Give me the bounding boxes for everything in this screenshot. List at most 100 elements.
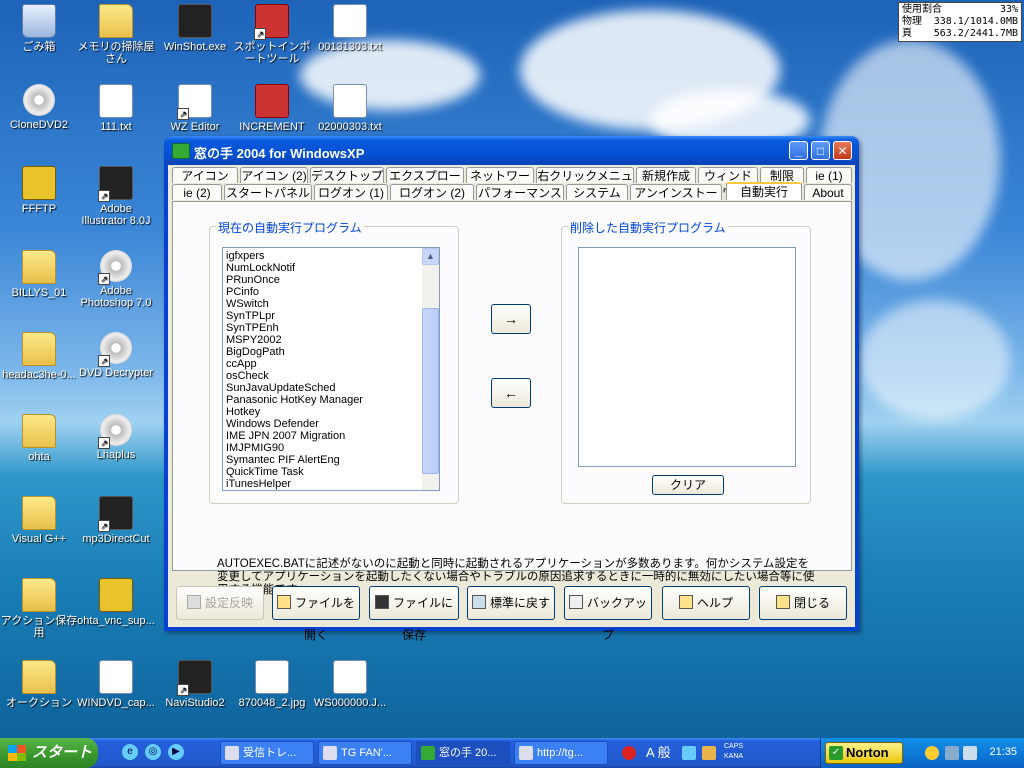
apply-settings-button[interactable]: 設定反映 xyxy=(176,586,264,620)
tab-logon-2[interactable]: ログオン (2) xyxy=(390,184,474,200)
desktop-icon-spot-import[interactable]: スポットインポートツール xyxy=(233,4,311,65)
list-item[interactable]: iTunesHelper xyxy=(223,478,439,490)
open-file-button[interactable]: ファイルを開く xyxy=(272,586,360,642)
list-item[interactable]: BigDogPath xyxy=(223,346,439,358)
list-item[interactable]: IMJPMIG90 xyxy=(223,442,439,454)
ime-indicator[interactable]: A 般 xyxy=(646,742,671,764)
list-item[interactable]: NumLockNotif xyxy=(223,262,439,274)
desktop-icon-ohta[interactable]: ohta xyxy=(0,414,78,463)
tab-icon-1[interactable]: アイコン (1) xyxy=(172,167,238,199)
desktop-icon-photoshop[interactable]: Adobe Photoshop 7.0 xyxy=(77,250,155,309)
task-madonote[interactable]: 窓の手 20... xyxy=(416,741,510,765)
tab-ie-1[interactable]: ie (1) xyxy=(806,167,852,183)
scroll-thumb[interactable] xyxy=(422,308,439,474)
tab-desktop[interactable]: デスクトップ xyxy=(310,167,384,183)
desktop-icon-headache[interactable]: headac3he-0... xyxy=(0,332,78,381)
tab-context-menu[interactable]: 右クリックメニュー xyxy=(536,167,634,199)
close-window-button[interactable]: ✕ xyxy=(833,141,852,160)
current-programs-list[interactable]: igfxpers NumLockNotif PRunOnce PCinfo WS… xyxy=(222,247,440,491)
tab-new-file[interactable]: 新規作成 xyxy=(636,167,696,183)
tray-tool-icon[interactable] xyxy=(945,746,959,760)
task-http[interactable]: http://tg... xyxy=(514,741,608,765)
list-item[interactable]: SynTPEnh xyxy=(223,322,439,334)
desktop-icon-recycle-bin[interactable]: ごみ箱 xyxy=(0,4,78,53)
list-item[interactable]: Hotkey xyxy=(223,406,439,418)
save-file-button[interactable]: ファイルに保存 xyxy=(369,586,459,642)
restore-default-button[interactable]: 標準に戻す xyxy=(467,586,555,620)
scroll-up-icon[interactable]: ▲ xyxy=(422,248,439,265)
list-item[interactable]: ccApp xyxy=(223,358,439,370)
desktop-icon-increment[interactable]: INCREMENT xyxy=(233,84,311,133)
maximize-button[interactable]: □ xyxy=(811,141,830,160)
list-item[interactable]: MSPY2002 xyxy=(223,334,439,346)
tab-performance[interactable]: パフォーマンス xyxy=(476,184,564,200)
list-item[interactable]: Windows Defender xyxy=(223,418,439,430)
desktop-icon-auction[interactable]: オークション xyxy=(0,660,78,709)
list-item[interactable]: SynTPLpr xyxy=(223,310,439,322)
media-quicklaunch-icon[interactable]: ▶ xyxy=(168,744,184,760)
list-item[interactable]: Panasonic HotKey Manager xyxy=(223,394,439,406)
desktop-icon-illustrator[interactable]: Adobe Illustrator 8.0J xyxy=(77,166,155,227)
security-tray-icon[interactable] xyxy=(622,746,636,760)
tab-system[interactable]: システム xyxy=(566,184,628,200)
desktop-icon-action-save[interactable]: アクション保存用 xyxy=(0,578,78,639)
tab-restriction[interactable]: 制限 xyxy=(760,167,804,183)
help-button[interactable]: ヘルプ xyxy=(662,586,750,620)
tab-autorun[interactable]: 自動実行 xyxy=(726,182,802,200)
desktop-icon-ohta-vnc[interactable]: ohta_vnc_sup... xyxy=(77,578,155,627)
desktop-icon-mp3directcut[interactable]: mp3DirectCut xyxy=(77,496,155,545)
tab-window[interactable]: ウィンドウ xyxy=(698,167,758,199)
ie-quicklaunch-icon[interactable]: e xyxy=(122,744,138,760)
minimize-button[interactable]: _ xyxy=(789,141,808,160)
desktop-icon-billys[interactable]: BILLYS_01 xyxy=(0,250,78,299)
desktop-icon-visual-gpp[interactable]: Visual G++ xyxy=(0,496,78,545)
removed-programs-list[interactable] xyxy=(578,247,796,467)
desktop-icon-ffftp[interactable]: FFFTP xyxy=(0,166,78,215)
desktop-icon-windvd-cap[interactable]: WINDVD_cap... xyxy=(77,660,155,709)
list-item[interactable]: SunJavaUpdateSched xyxy=(223,382,439,394)
tab-explorer[interactable]: エクスプローラ xyxy=(386,167,464,199)
tab-ie-2[interactable]: ie (2) xyxy=(172,184,222,200)
task-tg-fan[interactable]: TG FAN'... xyxy=(318,741,412,765)
task-inbox[interactable]: 受信トレ... xyxy=(220,741,314,765)
tab-uninstall[interactable]: アンインストール xyxy=(630,184,722,216)
clear-button[interactable]: クリア xyxy=(652,475,724,495)
desktop-icon-111-txt[interactable]: 111.txt xyxy=(77,84,155,133)
norton-button[interactable]: ✓ Norton xyxy=(825,742,903,764)
tab-about[interactable]: About xyxy=(804,184,852,200)
desktop-icon-ws000000[interactable]: WS000000.J... xyxy=(311,660,389,709)
tray-face-icon[interactable] xyxy=(925,746,939,760)
browser-quicklaunch-icon[interactable]: ◎ xyxy=(145,744,161,760)
list-item[interactable]: IME JPN 2007 Migration xyxy=(223,430,439,442)
desktop-icon-clonedvd2[interactable]: CloneDVD2 xyxy=(0,84,78,131)
list-item[interactable]: Symantec PIF AlertEng xyxy=(223,454,439,466)
close-button[interactable]: 閉じる xyxy=(759,586,847,620)
desktop-icon-wz-editor[interactable]: WZ Editor xyxy=(156,84,234,133)
desktop-icon-txt-02000303[interactable]: 02000303.txt xyxy=(311,84,389,133)
desktop-icon-870048[interactable]: 870048_2.jpg xyxy=(233,660,311,709)
list-item[interactable]: PCinfo xyxy=(223,286,439,298)
list-item[interactable]: QuickTime Task xyxy=(223,466,439,478)
tab-icon-2[interactable]: アイコン (2) xyxy=(240,167,308,183)
list-item[interactable]: WSwitch xyxy=(223,298,439,310)
start-button[interactable]: スタート xyxy=(0,738,98,768)
list-item[interactable]: osCheck xyxy=(223,370,439,382)
desktop-icon-dvd-decrypter[interactable]: DVD Decrypter xyxy=(77,332,155,379)
tab-start-panel[interactable]: スタートパネル xyxy=(224,184,312,200)
window-titlebar[interactable]: 窓の手 2004 for WindowsXP _ □ ✕ xyxy=(164,136,859,165)
list-scrollbar[interactable]: ▲ xyxy=(422,248,439,490)
tab-logon-1[interactable]: ログオン (1) xyxy=(314,184,388,200)
move-right-button[interactable]: → xyxy=(491,304,531,334)
move-left-button[interactable]: ← xyxy=(491,378,531,408)
ime-dict-icon[interactable] xyxy=(702,746,716,760)
desktop-icon-txt-00131303[interactable]: 00131303.txt xyxy=(311,4,389,53)
desktop-icon-winshot[interactable]: WinShot.exe xyxy=(156,4,234,53)
list-item[interactable]: PRunOnce xyxy=(223,274,439,286)
ime-tool-icon[interactable] xyxy=(682,746,696,760)
tab-network[interactable]: ネットワーク xyxy=(466,167,534,199)
desktop-icon-navistudio2[interactable]: NaviStudio2 xyxy=(156,660,234,709)
desktop-icon-memory-cleaner[interactable]: メモリの掃除屋さん xyxy=(77,4,155,65)
tray-network-icon[interactable] xyxy=(963,746,977,760)
desktop-icon-lhaplus[interactable]: Lhaplus xyxy=(77,414,155,461)
list-item[interactable]: igfxpers xyxy=(223,250,439,262)
